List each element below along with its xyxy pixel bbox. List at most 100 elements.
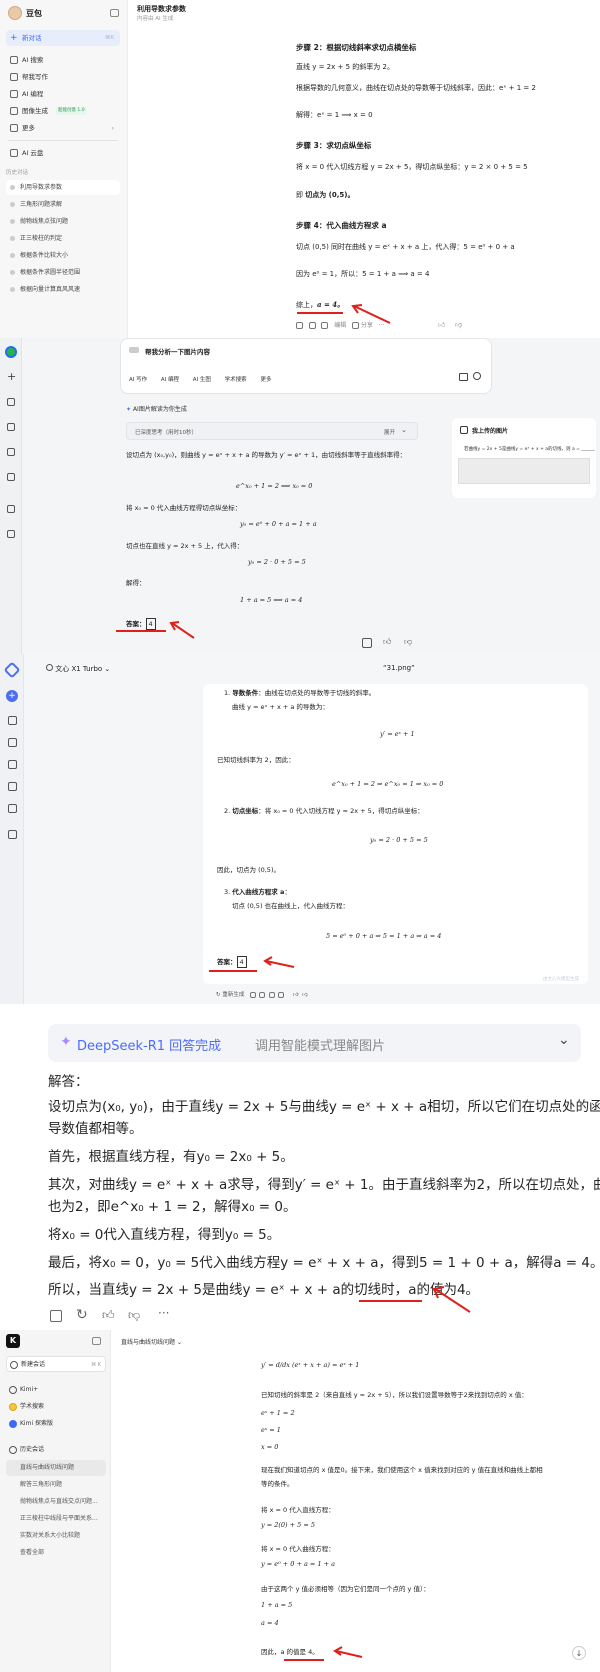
- step2-heading: 步骤 2：根据切线斜率求切点横坐标: [296, 43, 417, 52]
- chevron-down-icon[interactable]: ⌄: [558, 1032, 570, 1048]
- chat-icon[interactable]: [8, 804, 17, 813]
- thumbs-up-icon[interactable]: 👍︎: [383, 637, 391, 647]
- nav-kimi-plus[interactable]: Kimi+: [6, 1382, 106, 1398]
- history-item-label: 利用导数求参数: [20, 184, 63, 191]
- chip-ai-writing[interactable]: AI 写作: [129, 377, 147, 383]
- bookmark-icon[interactable]: [7, 530, 15, 538]
- thumbs-down-icon[interactable]: 👎︎: [128, 1308, 140, 1323]
- chat-bubble-icon: [10, 236, 15, 241]
- input-box[interactable]: 帮我分析一下图片内容 AI 写作 AI 编程 AI 生图 学术搜索 更多: [120, 338, 492, 394]
- chip-more[interactable]: 更多: [260, 377, 271, 383]
- history-item[interactable]: 根据条件比较大小: [6, 248, 120, 263]
- scroll-down-icon[interactable]: ↓: [572, 1646, 586, 1660]
- expand-button[interactable]: 展开: [384, 428, 395, 436]
- nav-explore[interactable]: Kimi 探索版: [6, 1416, 106, 1432]
- history-item[interactable]: 根据条件求圆半径范围: [6, 265, 120, 280]
- item2-heading: 2. 切点坐标：将 x₀ = 0 代入切线方程 y = 2x + 5，得切点纵坐…: [224, 806, 424, 816]
- item-title: 代入曲线方程求 a: [232, 888, 285, 896]
- copy-icon[interactable]: [362, 638, 372, 648]
- share-button[interactable]: 分享: [361, 322, 373, 329]
- copy-icon[interactable]: [50, 1310, 62, 1322]
- layers-icon[interactable]: [7, 448, 15, 456]
- share-icon[interactable]: [351, 322, 359, 329]
- status-bar[interactable]: ✦ DeepSeek-R1 回答完成 调用智能模式理解图片 ⌄: [48, 1024, 581, 1062]
- chat-bubble-icon: [10, 270, 15, 275]
- history-item[interactable]: 抛物线焦点与直线交点问题...: [6, 1494, 106, 1510]
- answer-line1: 设切点为 (x₀,y₀)，则曲线 y = eˣ + x + a 的导数为 y′ …: [126, 451, 407, 459]
- edit-button[interactable]: 编辑: [334, 322, 346, 329]
- history-item[interactable]: 根据向量计算真风风速: [6, 282, 120, 297]
- doubao-avatar[interactable]: [8, 6, 22, 20]
- more-icon[interactable]: ···: [158, 1306, 169, 1320]
- history-item[interactable]: 解答三角形问题: [6, 1477, 106, 1493]
- uploaded-image-thumb[interactable]: [458, 458, 590, 484]
- kimi-panel: K 新建会话 ⌘ K Kimi+ 学术搜索 Kimi 探索版 历史会话 直线与曲线…: [0, 1330, 600, 1672]
- history-item[interactable]: 正三棱柱的判定: [6, 231, 120, 246]
- regenerate-button[interactable]: 重新生成: [222, 992, 244, 998]
- document-icon[interactable]: [8, 738, 17, 747]
- new-chat-icon[interactable]: +: [6, 690, 18, 702]
- item-text: ：曲线在切点处的导数等于切线的斜率。: [258, 689, 376, 697]
- search-icon[interactable]: [473, 372, 481, 380]
- nav-coding[interactable]: AI 编程: [6, 86, 120, 102]
- nav-cloud[interactable]: AI 云盘: [6, 145, 120, 161]
- edit-icon[interactable]: [8, 760, 17, 769]
- thumbs-down-icon[interactable]: 👎︎: [404, 637, 412, 647]
- history-item[interactable]: 正三棱柱中线段与平面关系...: [6, 1511, 106, 1527]
- nav-ai-search[interactable]: AI 搜索: [6, 52, 120, 68]
- search-icon[interactable]: [7, 473, 15, 481]
- sidebar-toggle-icon[interactable]: [110, 9, 119, 17]
- chat-title-dropdown[interactable]: 直线与曲线切线问题 ⌄: [121, 1337, 182, 1346]
- chip-ai-image[interactable]: AI 生图: [193, 377, 211, 383]
- history-header[interactable]: 历史会话: [6, 1442, 106, 1458]
- document-icon[interactable]: [7, 423, 15, 431]
- image-upload-icon[interactable]: [459, 373, 468, 381]
- chip-academic[interactable]: 学术搜索: [225, 377, 247, 383]
- thumbs-up-icon[interactable]: 👍︎: [293, 992, 299, 998]
- nav-academic[interactable]: 学术搜索: [6, 1399, 106, 1415]
- nav-more[interactable]: 更多 ›: [6, 120, 120, 136]
- nav-image-gen[interactable]: 图像生成 超能创意 1.0: [6, 103, 120, 119]
- history-item[interactable]: 直线与曲线切线问题: [6, 1460, 106, 1476]
- thumbs-up-icon[interactable]: 👍︎: [438, 320, 445, 329]
- bookmark-icon[interactable]: [268, 991, 275, 998]
- more-icon[interactable]: ···: [379, 322, 385, 329]
- equation4: 1 + a = 5 ⟹ a = 4: [240, 596, 303, 604]
- refresh-icon[interactable]: ↻: [76, 1307, 88, 1323]
- speaker-icon[interactable]: [296, 322, 303, 329]
- new-chat-button[interactable]: + 新对话 ⌘K: [6, 30, 120, 46]
- pen-icon[interactable]: [8, 716, 17, 725]
- nav-writing[interactable]: 帮我写作: [6, 69, 120, 85]
- history-item[interactable]: 抛物线焦点弦问题: [6, 214, 120, 229]
- sidebar-toggle-icon[interactable]: [92, 1337, 101, 1345]
- calendar-icon[interactable]: [8, 782, 17, 791]
- edit-icon[interactable]: [249, 991, 256, 998]
- new-chat-button[interactable]: 新建会话 ⌘ K: [6, 1356, 106, 1372]
- thinking-box[interactable]: 已深度思考（用时10秒） 展开 ⌄: [126, 422, 418, 440]
- pen-icon[interactable]: [7, 398, 15, 406]
- derivative-line: y′ = d/dx (eˣ + x + a) = eˣ + 1: [261, 1361, 360, 1369]
- thumbs-down-icon[interactable]: 👎︎: [455, 320, 462, 329]
- nav-label: 图像生成: [22, 107, 48, 115]
- apps-icon[interactable]: [8, 830, 17, 839]
- history-item[interactable]: 实数对关系大小比较题: [6, 1528, 106, 1544]
- answer-label: 答案：: [217, 958, 237, 966]
- item1-heading: 1. 导数条件：曲线在切点处的导数等于切线的斜率。: [224, 688, 375, 698]
- clock-icon[interactable]: [7, 505, 15, 513]
- kimi-logo[interactable]: K: [6, 1334, 20, 1348]
- view-all-link[interactable]: 查看全部: [6, 1545, 106, 1561]
- history-item[interactable]: 利用导数求参数: [6, 180, 120, 195]
- plus-icon[interactable]: +: [7, 370, 16, 383]
- share-icon[interactable]: [278, 991, 285, 998]
- chip-ai-coding[interactable]: AI 编程: [161, 377, 179, 383]
- chat-subtitle: 内容由 AI 生成: [137, 16, 174, 22]
- thumbs-down-icon[interactable]: 👎︎: [302, 992, 308, 998]
- model-selector[interactable]: 文心 X1 Turbo ⌄: [46, 664, 110, 674]
- slope-text: 已知切线斜率为 2，因此：: [217, 756, 295, 764]
- refresh-icon[interactable]: [321, 322, 329, 329]
- copy-icon[interactable]: [259, 991, 266, 998]
- watermark: 由文心大模型生成: [543, 977, 579, 982]
- history-item[interactable]: 三角形问题求解: [6, 197, 120, 212]
- copy-icon[interactable]: [308, 322, 316, 329]
- thumbs-up-icon[interactable]: 👍︎: [102, 1308, 115, 1323]
